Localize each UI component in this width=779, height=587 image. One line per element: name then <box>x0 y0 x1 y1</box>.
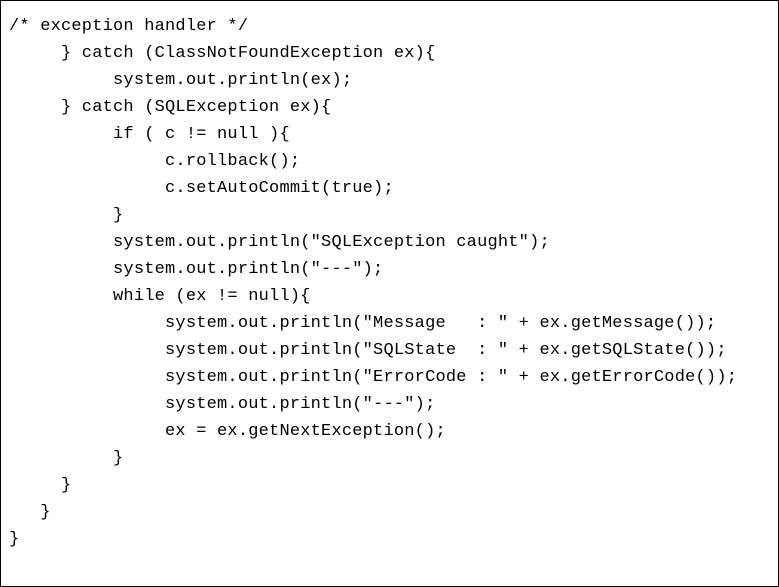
code-block: /* exception handler */ } catch (ClassNo… <box>0 0 779 587</box>
code-line: } <box>9 449 123 468</box>
code-line: c.setAutoCommit(true); <box>9 179 394 198</box>
code-line: if ( c != null ){ <box>9 125 290 144</box>
code-line: } <box>9 530 19 549</box>
code-line: ex = ex.getNextException(); <box>9 422 446 441</box>
code-line: } <box>9 206 123 225</box>
code-line: while (ex != null){ <box>9 287 311 306</box>
code-line: c.rollback(); <box>9 152 300 171</box>
code-line: system.out.println("---"); <box>9 260 383 279</box>
code-line: system.out.println("Message : " + ex.get… <box>9 314 716 333</box>
code-line: system.out.println(ex); <box>9 71 352 90</box>
code-line: /* exception handler */ <box>9 17 248 36</box>
code-line: system.out.println("SQLException caught"… <box>9 233 550 252</box>
code-line: } <box>9 503 51 522</box>
code-line: system.out.println("---"); <box>9 395 435 414</box>
code-line: system.out.println("ErrorCode : " + ex.g… <box>9 368 737 387</box>
code-line: system.out.println("SQLState : " + ex.ge… <box>9 341 727 360</box>
code-line: } catch (ClassNotFoundException ex){ <box>9 44 435 63</box>
code-line: } <box>9 476 71 495</box>
code-line: } catch (SQLException ex){ <box>9 98 331 117</box>
